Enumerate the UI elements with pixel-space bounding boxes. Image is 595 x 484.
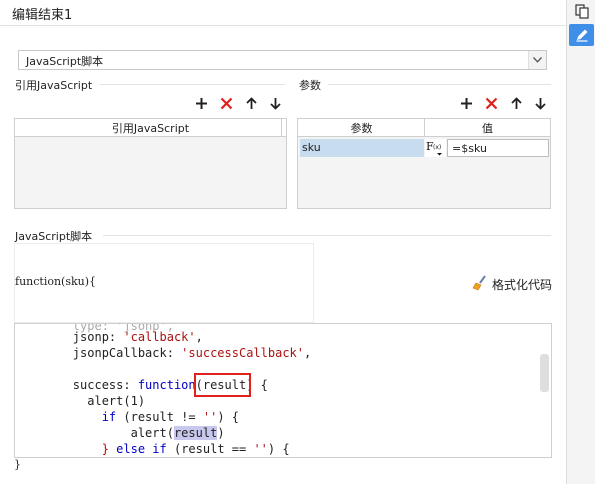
params-value-label: 值 — [482, 121, 493, 135]
code-line: } else if (result == '') { — [101, 442, 290, 456]
format-code-label: 格式化代码 — [492, 278, 553, 292]
ref-js-column-label: 引用JavaScript — [111, 121, 190, 135]
edit-dialog: 编辑结束1 JavaScript脚本 引用JavaScript 引用JavaSc… — [0, 0, 566, 484]
script-type-value: JavaScript脚本 — [26, 55, 104, 68]
param-value-input[interactable]: =$sku — [447, 139, 549, 157]
svg-text:(x): (x) — [433, 144, 441, 151]
ref-js-table: 引用JavaScript — [14, 118, 287, 209]
add-icon[interactable] — [458, 95, 474, 111]
ref-js-divider — [100, 84, 285, 85]
script-type-select[interactable]: JavaScript脚本 — [18, 50, 547, 70]
ref-js-label: 引用JavaScript — [15, 79, 93, 92]
highlight-box — [194, 373, 251, 397]
dialog-title-bar: 编辑结束1 — [0, 0, 566, 26]
ref-js-column-separator — [281, 119, 282, 137]
params-value-header: 值 — [425, 119, 550, 137]
delete-icon[interactable] — [483, 95, 499, 111]
param-name-cell[interactable]: sku — [300, 139, 424, 157]
move-up-icon[interactable] — [508, 95, 524, 111]
code-line: alert(result) — [15, 426, 225, 440]
right-dock — [566, 0, 595, 484]
move-down-icon[interactable] — [532, 95, 548, 111]
dialog-title: 编辑结束1 — [12, 8, 73, 23]
params-label: 参数 — [299, 79, 321, 92]
format-code-button[interactable]: 格式化代码 — [472, 275, 552, 294]
script-section-label: JavaScript脚本 — [15, 230, 93, 243]
formula-icon[interactable]: F (x) — [425, 139, 446, 157]
code-scrollbar[interactable] — [540, 354, 549, 392]
params-param-header: 参数 — [298, 119, 425, 137]
function-signature: function(sku){ — [15, 275, 97, 288]
edit-icon[interactable] — [569, 24, 594, 46]
ref-js-column-header: 引用JavaScript — [15, 119, 286, 137]
broom-icon — [472, 275, 488, 294]
delete-icon[interactable] — [218, 95, 234, 111]
closing-brace: } — [14, 458, 21, 471]
copy-icon[interactable] — [569, 0, 594, 22]
move-down-icon[interactable] — [267, 95, 283, 111]
params-table: 参数 值 — [297, 118, 551, 209]
code-line: alert(1) — [15, 394, 146, 408]
script-divider — [103, 235, 551, 236]
code-line: if (result != '') { — [101, 410, 239, 424]
params-param-label: 参数 — [350, 121, 373, 135]
code-editor[interactable]: type: 'jsonp', jsonp: 'callback', jsonpC… — [14, 323, 552, 458]
move-up-icon[interactable] — [243, 95, 259, 111]
code-line: jsonp: 'callback', — [15, 330, 203, 344]
code-line: jsonpCallback: 'successCallback', — [15, 346, 312, 360]
add-icon[interactable] — [193, 95, 209, 111]
chevron-down-icon[interactable] — [528, 51, 546, 69]
params-divider — [328, 84, 551, 85]
